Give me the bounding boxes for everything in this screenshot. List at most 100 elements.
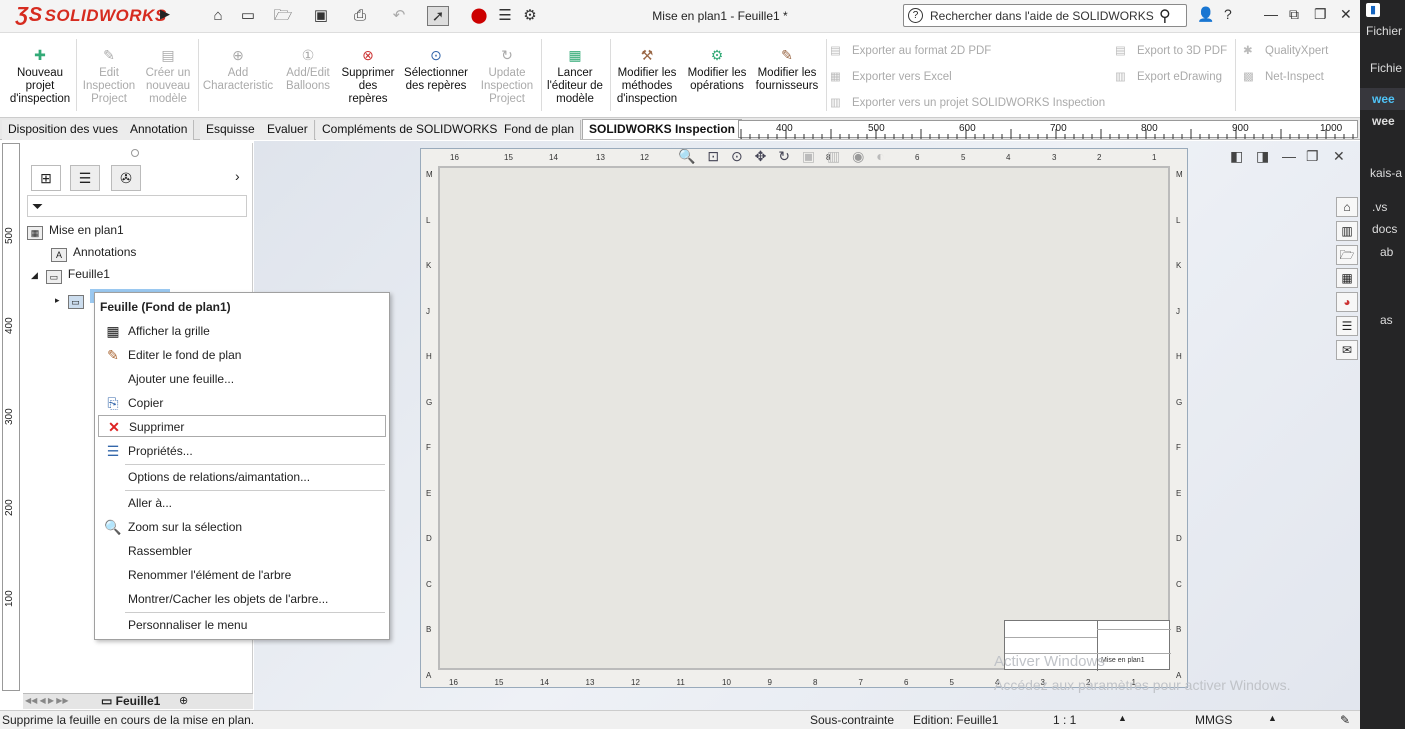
menu-item-add-sheet[interactable]: Ajouter une feuille... xyxy=(98,368,386,390)
menu-item-customize-menu[interactable]: Personnaliser le menu xyxy=(98,614,386,636)
tile-windows-icon[interactable]: ⧉ xyxy=(1289,6,1299,23)
tab-sketch[interactable]: Esquisse xyxy=(200,120,262,140)
right-pane-text[interactable]: wee xyxy=(1372,92,1395,106)
expand-arrow-icon[interactable]: ▸ xyxy=(55,295,60,305)
qualityxpert-button[interactable]: ✱ QualityXpert xyxy=(1243,43,1328,57)
add-edit-balloons-button[interactable]: ① Add/Edit Balloons xyxy=(280,47,336,93)
pan-icon[interactable]: ✥ xyxy=(755,148,767,164)
menu-item-properties[interactable]: ☰ Propriétés... xyxy=(98,440,386,462)
export-excel-button[interactable]: ▦ Exporter vers Excel xyxy=(830,69,952,83)
edit-inspection-methods-button[interactable]: ⚒ Modifier les méthodes d'inspection xyxy=(612,47,682,106)
menu-item-go-to[interactable]: Aller à... xyxy=(98,492,386,514)
chevron-right-icon[interactable]: › xyxy=(235,168,240,184)
right-pane-text[interactable]: ab xyxy=(1380,245,1393,259)
sheet-tab[interactable]: ▭ Feuille1 xyxy=(101,694,160,708)
customize-status-icon[interactable]: ✎ xyxy=(1340,713,1350,727)
right-pane-text[interactable]: Fichier xyxy=(1366,24,1402,38)
tree-item-annotations[interactable]: A Annotations xyxy=(51,245,136,262)
select-balloons-button[interactable]: ⊙ Sélectionner des repères xyxy=(400,47,472,93)
save-icon[interactable]: ▣ xyxy=(310,6,332,26)
menu-item-zoom-to-selection[interactable]: 🔍 Zoom sur la sélection xyxy=(98,516,386,538)
update-inspection-project-button[interactable]: ↻ Update Inspection Project xyxy=(478,47,536,106)
custom-properties-icon[interactable]: ☰ xyxy=(1336,316,1358,336)
tree-filter[interactable]: ⏷ xyxy=(27,195,247,217)
right-pane-text[interactable]: kais-a xyxy=(1370,166,1402,180)
edit-vendors-button[interactable]: ✎ Modifier les fournisseurs xyxy=(752,47,822,93)
menu-item-relations-snaps[interactable]: Options de relations/aimantation... xyxy=(98,466,386,488)
open-folder-icon[interactable]: 🗁 xyxy=(272,6,294,26)
rotate-icon[interactable]: ↻ xyxy=(778,148,790,164)
display-style-icon[interactable]: ▥ xyxy=(827,148,840,164)
add-characteristic-button[interactable]: ⊕ Add Characteristic xyxy=(200,47,276,93)
sheet-nav-arrows-icon[interactable]: ◀◀ ◀ ▶ ▶▶ xyxy=(25,696,85,707)
menu-item-rename-tree-item[interactable]: Renommer l'élément de l'arbre xyxy=(98,564,386,586)
zoom-previous-icon[interactable]: ⊙ xyxy=(731,148,743,164)
right-pane-text[interactable]: .vs xyxy=(1372,200,1387,214)
launch-template-editor-button[interactable]: ▦ Lancer l'éditeur de modèle xyxy=(544,47,606,106)
tab-annotation[interactable]: Annotation xyxy=(124,120,195,140)
file-properties-icon[interactable]: ☰ xyxy=(494,6,516,26)
solidworks-logo[interactable]: ƷS SOLIDWORKS xyxy=(16,4,167,27)
new-document-icon[interactable]: ▭ xyxy=(237,6,259,26)
right-pane-text[interactable]: wee xyxy=(1372,114,1395,128)
restore-icon[interactable]: ❐ xyxy=(1314,6,1327,23)
tree-item-sheet[interactable]: ◢ ▭ Feuille1 xyxy=(31,267,110,284)
file-explorer-icon[interactable]: 🗁 xyxy=(1336,245,1358,265)
view-palette-icon[interactable]: ▦ xyxy=(1336,268,1358,288)
tab-solidworks-inspection[interactable]: SOLIDWORKS Inspection xyxy=(582,119,743,139)
help-icon[interactable]: ? xyxy=(1224,6,1232,22)
edit-operations-button[interactable]: ⚙ Modifier les opérations xyxy=(686,47,748,93)
solidworks-resources-icon[interactable]: ⌂ xyxy=(1336,197,1358,217)
export-sw-inspection-button[interactable]: ▥ Exporter vers un projet SOLIDWORKS Insp… xyxy=(830,95,1105,109)
menu-item-copy[interactable]: ⎘ Copier xyxy=(98,392,386,414)
export-3d-pdf-button[interactable]: ▤ Export to 3D PDF xyxy=(1115,43,1227,57)
print-icon[interactable]: ⎙ xyxy=(349,6,371,26)
tree-item-drawing[interactable]: ▦ Mise en plan1 xyxy=(27,223,124,240)
new-inspection-project-button[interactable]: ✚ Nouveau projet d'inspection xyxy=(6,47,74,106)
options-gear-icon[interactable]: ⚙ xyxy=(519,6,541,26)
menu-item-collapse[interactable]: Rassembler xyxy=(98,540,386,562)
menu-item-edit-sheet-format[interactable]: ✎ Editer le fond de plan xyxy=(98,344,386,366)
doc-close-icon[interactable]: ✕ xyxy=(1333,148,1345,165)
add-sheet-icon[interactable]: ⊕ xyxy=(179,694,188,707)
search-icon[interactable]: ⚲ xyxy=(1159,6,1171,26)
export-2d-pdf-button[interactable]: ▤ Exporter au format 2D PDF xyxy=(830,43,991,57)
tab-sheet-format[interactable]: Fond de plan xyxy=(498,120,582,140)
doc-restore-icon[interactable]: ❐ xyxy=(1306,148,1319,165)
viewport-right-icon[interactable]: ◨ xyxy=(1256,148,1269,165)
forum-icon[interactable]: ✉ xyxy=(1336,340,1358,360)
minimize-icon[interactable]: — xyxy=(1264,6,1278,22)
zoom-to-fit-icon[interactable]: 🔍 xyxy=(678,148,695,164)
menu-item-delete[interactable]: ✕ Supprimer xyxy=(98,415,386,437)
create-template-button[interactable]: ▤ Créer un nouveau modèle xyxy=(140,47,196,106)
net-inspect-button[interactable]: ▩ Net-Inspect xyxy=(1243,69,1324,83)
tab-evaluate[interactable]: Evaluer xyxy=(261,120,315,140)
appearances-icon[interactable]: ◕ xyxy=(1336,292,1358,312)
home-icon[interactable]: ⌂ xyxy=(207,6,229,26)
menu-item-show-hide-tree-items[interactable]: Montrer/Cacher les objets de l'arbre... xyxy=(98,588,386,610)
close-icon[interactable]: ✕ xyxy=(1340,6,1352,23)
feature-tree-tab-icon[interactable]: ⊞ xyxy=(31,165,61,191)
help-search-box[interactable]: ? Rechercher dans l'aide de SOLIDWORKS ⚲ xyxy=(903,4,1187,27)
delete-balloons-button[interactable]: ⊗ Supprimer des repères xyxy=(338,47,398,106)
export-edrawing-button[interactable]: ▥ Export eDrawing xyxy=(1115,69,1222,83)
status-scale[interactable]: 1 : 1 xyxy=(1053,713,1076,727)
design-library-icon[interactable]: ▥ xyxy=(1336,221,1358,241)
user-account-icon[interactable]: 👤 xyxy=(1197,6,1214,23)
dimxpert-tab-icon[interactable]: ✇ xyxy=(111,165,141,191)
tab-solidworks-addins[interactable]: Compléments de SOLIDWORKS xyxy=(316,120,505,140)
collapse-arrow-icon[interactable]: ◢ xyxy=(31,270,38,280)
flyout-arrow-icon[interactable]: ▶ xyxy=(160,6,170,22)
edit-inspection-project-button[interactable]: ✎ Edit Inspection Project xyxy=(78,47,140,106)
appearance-icon[interactable]: ◐ xyxy=(876,148,884,164)
right-pane-text[interactable]: Fichie xyxy=(1370,61,1402,75)
section-view-icon[interactable]: ▣ xyxy=(802,148,815,164)
panel-grip-icon[interactable] xyxy=(131,149,139,157)
menu-item-show-grid[interactable]: ▦ Afficher la grille xyxy=(98,320,386,342)
right-pane-text[interactable]: as xyxy=(1380,313,1393,327)
undo-icon[interactable]: ↶ xyxy=(388,6,410,26)
traffic-light-icon[interactable]: ⬤ xyxy=(468,6,490,26)
units-dropdown-icon[interactable]: ▲ xyxy=(1268,713,1277,723)
scale-dropdown-icon[interactable]: ▲ xyxy=(1118,713,1127,723)
select-cursor-icon[interactable]: ➚ xyxy=(427,6,449,26)
